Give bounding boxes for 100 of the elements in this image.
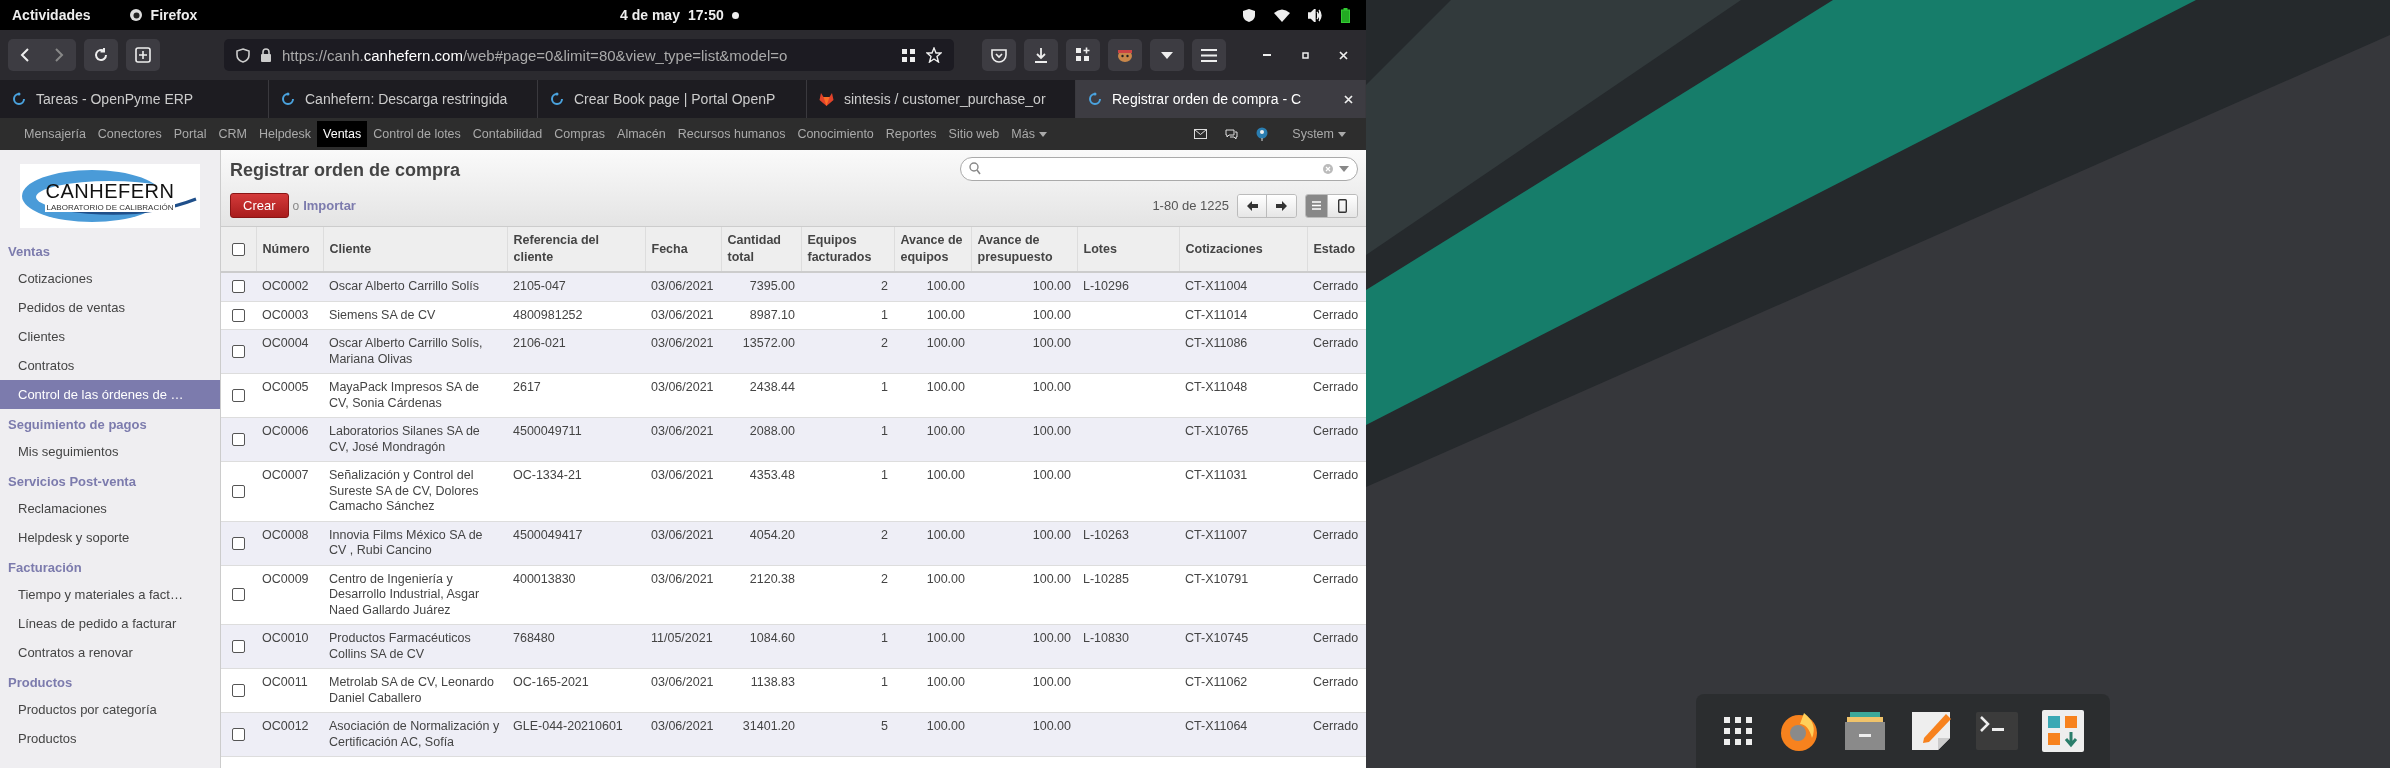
- chat-icon[interactable]: [1225, 128, 1239, 140]
- create-button[interactable]: Crear: [230, 193, 289, 218]
- table-cell: Centro de Ingeniería y Desarrollo Industrial, Asgar Naed Gallardo Juárez: [329, 571, 480, 617]
- pocket-button[interactable]: [982, 39, 1016, 71]
- sidebar-item[interactable]: Mis seguimientos: [0, 437, 220, 466]
- app-name[interactable]: Firefox: [150, 7, 198, 23]
- sidebar-item[interactable]: Productos: [0, 724, 220, 753]
- caret-icon[interactable]: [1339, 165, 1349, 172]
- menu-button[interactable]: [1192, 39, 1226, 71]
- mascot-icon: [1116, 47, 1134, 63]
- row-checkbox[interactable]: [232, 536, 245, 550]
- sidebar-item[interactable]: Reclamaciones: [0, 494, 220, 523]
- sidebar-item[interactable]: Líneas de pedido a facturar: [0, 609, 220, 638]
- row-checkbox[interactable]: [232, 345, 245, 358]
- app-grid-icon[interactable]: [1722, 715, 1754, 747]
- table-cell: OC0008: [262, 527, 309, 542]
- kanban-view-button[interactable]: [1328, 194, 1357, 217]
- app-menu-item[interactable]: Contabilidad: [466, 121, 549, 147]
- sidebar-item[interactable]: Productos por categoría: [0, 695, 220, 724]
- table-cell: Oscar Alberto Carrillo Solís, Mariana Olivas: [329, 336, 483, 366]
- table-cell: OC-165-2021: [513, 675, 589, 689]
- sidebar-item[interactable]: Contratos a renovar: [0, 638, 220, 667]
- table-cell: CT-X10791: [1185, 571, 1249, 586]
- firefox-icon[interactable]: [1778, 710, 1820, 752]
- clock-time[interactable]: 17:50: [687, 7, 724, 23]
- column-header[interactable]: Cantidad total: [721, 227, 801, 272]
- column-header[interactable]: Estado: [1307, 227, 1366, 272]
- clock-date[interactable]: 4 de may: [620, 7, 680, 23]
- activities-button[interactable]: Actividades: [12, 7, 91, 23]
- volume-icon[interactable]: [1308, 8, 1323, 22]
- envelope-icon[interactable]: [1194, 129, 1208, 139]
- app-menu-item[interactable]: Ventas: [317, 121, 368, 147]
- app-menu-item[interactable]: Portal: [167, 121, 213, 147]
- app-menu-item[interactable]: Reportes: [879, 121, 943, 147]
- battery-icon[interactable]: [1341, 7, 1350, 23]
- next-page-button[interactable]: [1267, 194, 1296, 217]
- sidebar-item[interactable]: Cotizaciones: [0, 264, 220, 293]
- star-icon[interactable]: [926, 47, 942, 63]
- column-header[interactable]: Avance de equipos: [894, 227, 971, 272]
- close-tab-icon[interactable]: [1344, 94, 1353, 104]
- sidebar-item[interactable]: Control de las órdenes de …: [0, 380, 220, 409]
- sidebar-item[interactable]: Clientes: [0, 322, 220, 351]
- company-logo: CANHEFERN LABORATORIO DE CALIBRACIÓN: [20, 164, 200, 228]
- column-header[interactable]: Equipos facturados: [801, 227, 894, 272]
- sidebar-item[interactable]: Helpdesk y soporte: [0, 523, 220, 552]
- browser-tab[interactable]: Registrar orden de compra - C: [1076, 80, 1366, 118]
- app-menu-item[interactable]: Más: [1005, 121, 1053, 147]
- column-header[interactable]: Avance de presupuesto: [971, 227, 1077, 272]
- app-menu-item[interactable]: Sitio web: [942, 121, 1006, 147]
- table-cell: CT-X10765: [1185, 424, 1249, 438]
- row-checkbox[interactable]: [232, 308, 245, 322]
- dropdown-button[interactable]: [1150, 39, 1184, 71]
- app-menu-item[interactable]: CRM: [212, 121, 253, 147]
- column-header[interactable]: Cotizaciones: [1179, 227, 1307, 272]
- new-tab-button[interactable]: [126, 39, 160, 71]
- row-checkbox[interactable]: [232, 389, 245, 402]
- previous-page-button[interactable]: [1238, 194, 1267, 217]
- row-checkbox[interactable]: [232, 728, 245, 741]
- table-cell: Cerrado: [1313, 424, 1359, 438]
- search-field[interactable]: [960, 156, 1358, 181]
- app-menu-item[interactable]: Compras: [548, 121, 612, 147]
- addon-button[interactable]: [1108, 39, 1142, 71]
- column-header[interactable]: Número: [256, 227, 323, 272]
- row-checkbox[interactable]: [232, 280, 245, 294]
- app-menu-item[interactable]: Almacén: [611, 121, 672, 147]
- user-menu[interactable]: System: [1286, 121, 1352, 147]
- column-header[interactable]: Fecha: [645, 227, 721, 272]
- row-checkbox[interactable]: [232, 433, 245, 446]
- shield-icon[interactable]: [1242, 7, 1256, 23]
- sidebar-item[interactable]: Contratos: [0, 351, 220, 380]
- table-cell: 100.00: [1032, 336, 1071, 350]
- software-store-icon[interactable]: [2042, 710, 2084, 752]
- sidebar-item[interactable]: Pedidos de ventas: [0, 293, 220, 322]
- table-cell: 2106-021: [513, 336, 566, 350]
- pencil-note-icon[interactable]: [1910, 710, 1952, 752]
- row-checkbox[interactable]: [232, 640, 245, 653]
- table-cell: 1: [881, 307, 888, 322]
- app-menu-item[interactable]: Helpdesk: [252, 121, 318, 147]
- reload-button[interactable]: [84, 39, 118, 71]
- sidebar-item[interactable]: Tiempo y materiales a fact…: [0, 580, 220, 609]
- app-menu-item[interactable]: Control de lotes: [367, 121, 467, 147]
- app-menu-item[interactable]: Conocimiento: [791, 121, 880, 147]
- app-menu-item[interactable]: Mensajería: [18, 121, 92, 147]
- column-header[interactable]: Cliente: [323, 227, 507, 272]
- grid-icon[interactable]: [901, 47, 916, 63]
- table-cell: 1: [881, 631, 888, 645]
- row-checkbox[interactable]: [232, 588, 245, 602]
- row-checkbox[interactable]: [232, 484, 245, 498]
- app-menu-item[interactable]: Recursos humanos: [671, 121, 792, 147]
- row-checkbox[interactable]: [232, 684, 245, 697]
- download-button[interactable]: [1024, 39, 1058, 71]
- select-all-checkbox[interactable]: [231, 242, 245, 256]
- address-bar[interactable]: https://canh.canhefern.com/web#page=0&limit=80&view_type=list&model=o: [224, 39, 954, 71]
- app-menu-item[interactable]: Conectores: [91, 121, 168, 147]
- column-header[interactable]: Lotes: [1077, 227, 1179, 272]
- column-header[interactable]: Referencia del cliente: [507, 227, 645, 272]
- extensions-button[interactable]: [1066, 39, 1100, 71]
- file-cabinet-icon[interactable]: [1844, 710, 1886, 752]
- terminal-icon[interactable]: [1976, 712, 2018, 750]
- wifi-icon[interactable]: [1274, 8, 1290, 22]
